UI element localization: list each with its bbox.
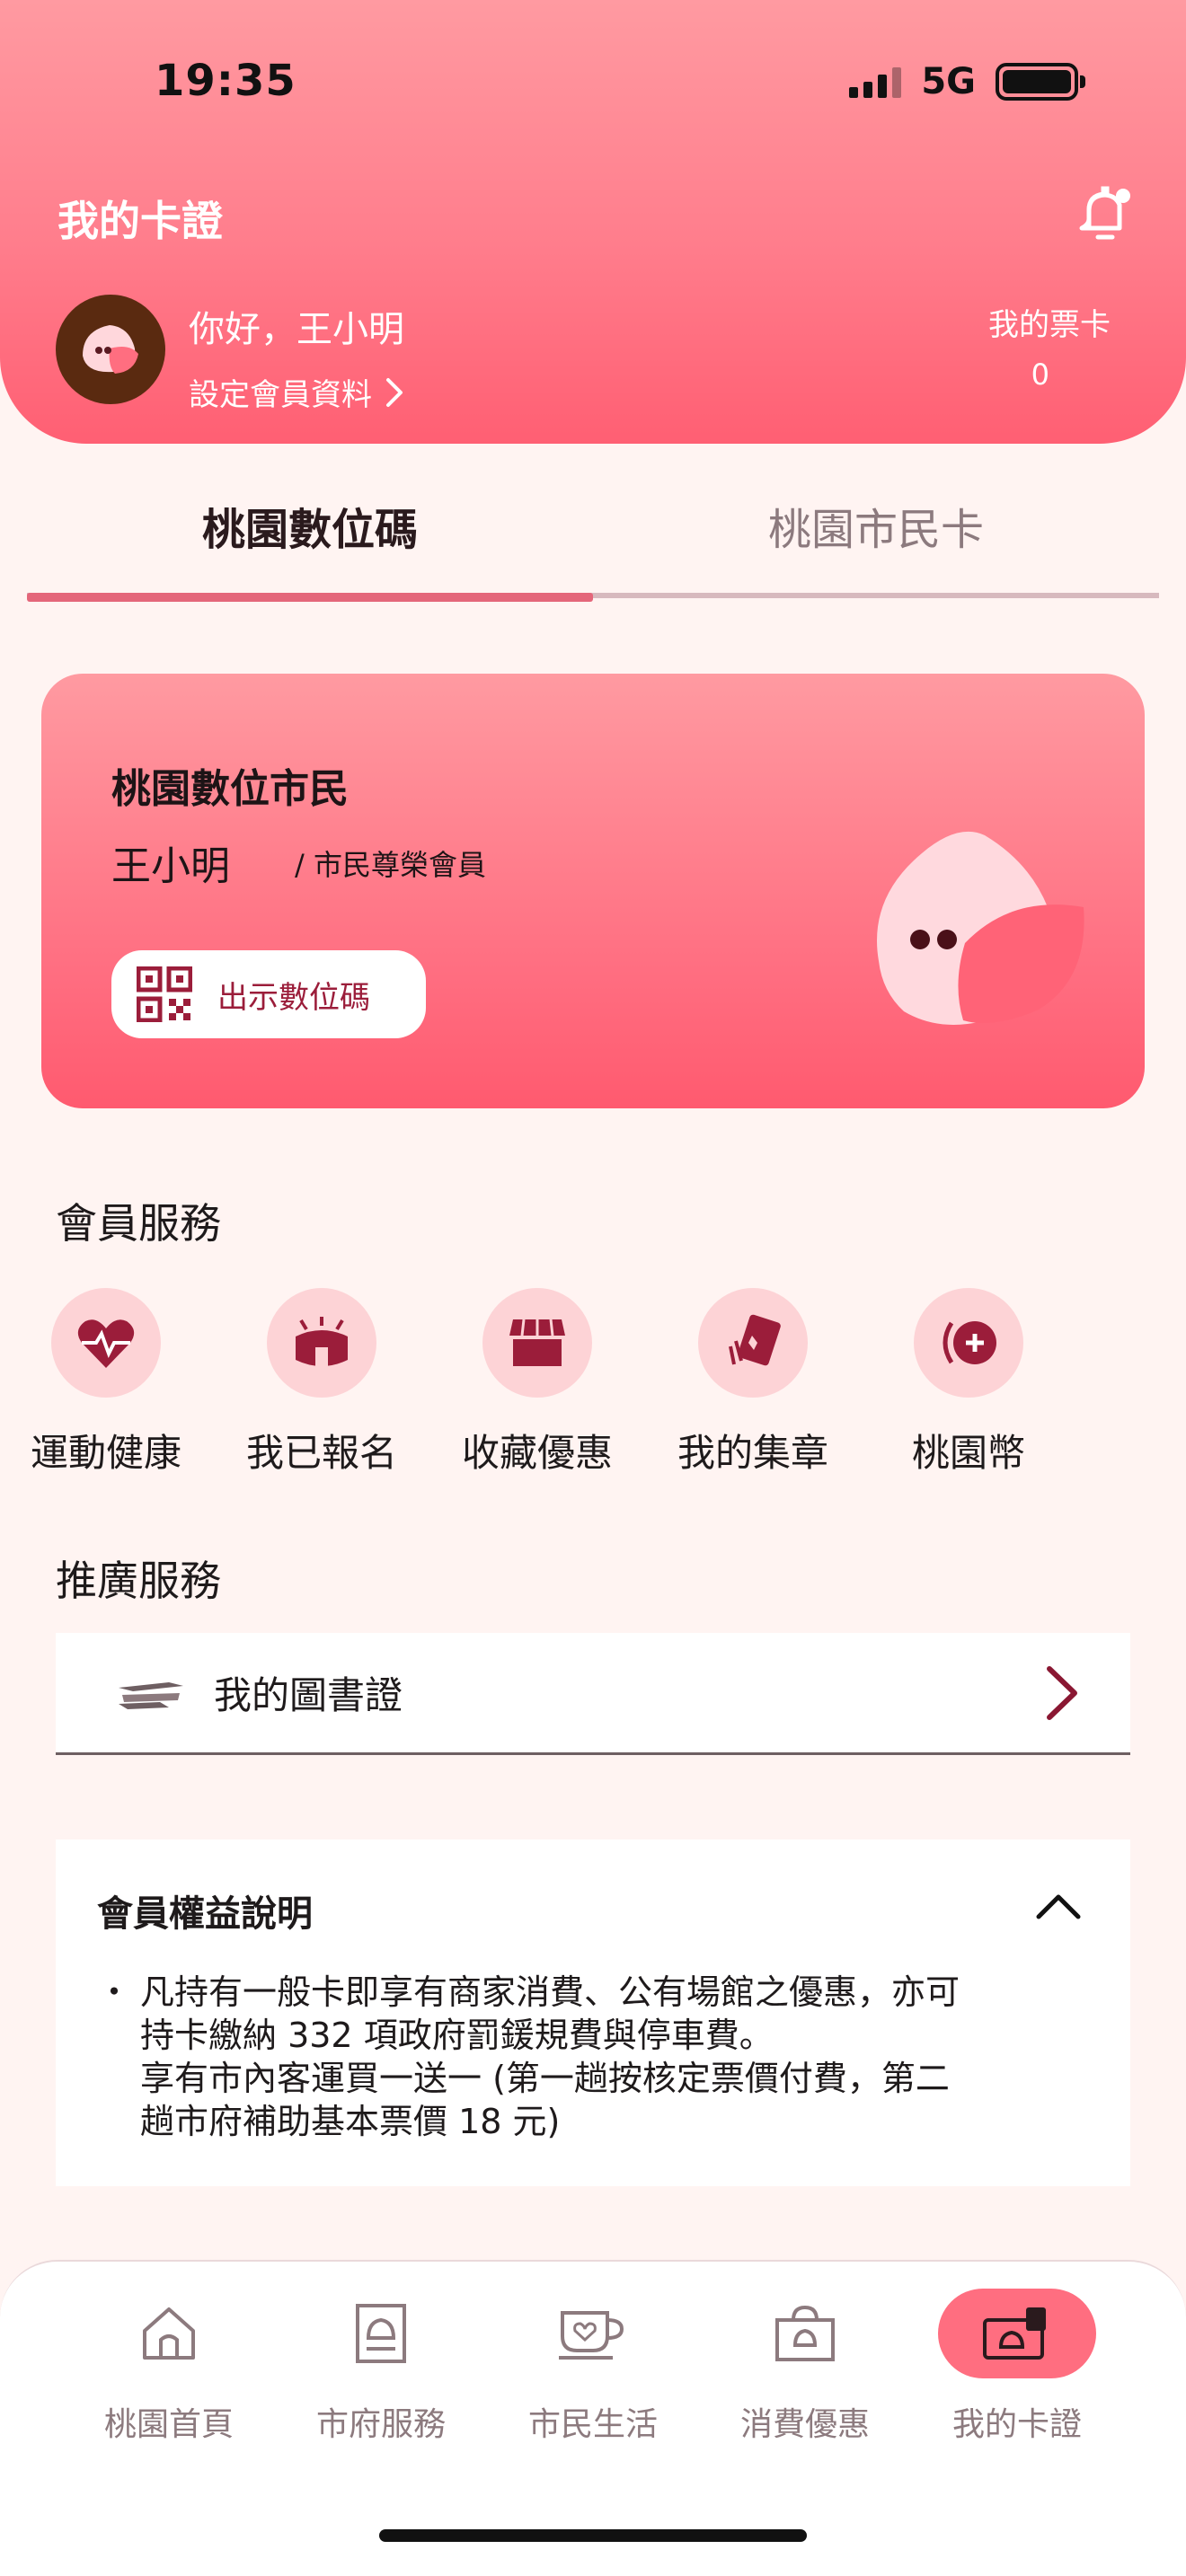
nav-label: 市民生活 [527, 2406, 658, 2443]
city-hall-icon [356, 2304, 406, 2363]
card-holder-name: 王小明 [111, 843, 230, 889]
benefits-panel: 會員權益說明 ・ 凡持有一般卡即享有商家消費、公有場館之優惠，亦可 持卡繳納 3… [56, 1839, 1130, 2186]
service-my-stamps[interactable]: 我的集章 [645, 1288, 861, 1478]
tab-digital-code[interactable]: 桃園數位碼 [27, 494, 593, 557]
nav-my-cards[interactable]: 我的卡證 [911, 2289, 1123, 2445]
nav-label: 消費優惠 [739, 2406, 870, 2443]
nav-offers[interactable]: 消費優惠 [699, 2289, 911, 2445]
tab-indicator [27, 593, 593, 602]
ticket-label[interactable]: 我的票卡 [988, 300, 1111, 344]
nav-citizen-life[interactable]: 市民生活 [487, 2289, 699, 2445]
nav-label: 市府服務 [315, 2406, 446, 2443]
chevron-right-icon [386, 377, 403, 407]
card-member-level: / 市民尊榮會員 [295, 848, 486, 882]
service-registered[interactable]: 我已報名 [214, 1288, 429, 1478]
service-saved-offers[interactable]: 收藏優惠 [429, 1288, 645, 1478]
home-icon [143, 2307, 195, 2360]
avatar[interactable] [56, 295, 165, 404]
member-card: 桃園數位市民 王小明 / 市民尊榮會員 出示數位碼 [41, 674, 1145, 1108]
stadium-icon [296, 1317, 348, 1367]
ticket-count: 0 [1031, 357, 1049, 392]
stamp-card-icon [729, 1314, 781, 1366]
tab-citizen-card[interactable]: 桃園市民卡 [593, 494, 1159, 557]
status-time: 19:35 [155, 56, 296, 106]
service-label: 桃園幣 [911, 1431, 1025, 1475]
member-services-title: 會員服務 [56, 1199, 221, 1248]
shop-icon [509, 1319, 565, 1366]
card-wallet-icon [983, 2307, 1046, 2360]
profile-link-label: 設定會員資料 [189, 377, 372, 413]
show-qr-label: 出示數位碼 [217, 979, 370, 1016]
nav-city-services[interactable]: 市府服務 [275, 2289, 487, 2445]
nav-label: 桃園首頁 [103, 2406, 234, 2443]
service-taoyuan-coin[interactable]: 桃園幣 [861, 1288, 1076, 1478]
page-title: 我的卡證 [58, 197, 223, 245]
card-title: 桃園數位市民 [111, 766, 349, 812]
service-label: 收藏優惠 [461, 1431, 613, 1475]
bullet: ・ [97, 1972, 132, 2012]
header: 19:35 5G 我的卡證 你好，王小明 設定會員資料 我的票卡 0 [0, 0, 1186, 444]
status-indicators: 5G [849, 61, 1085, 102]
battery-icon [996, 63, 1085, 101]
profile-settings-link[interactable]: 設定會員資料 [189, 370, 404, 414]
signal-icon [849, 66, 902, 98]
shopping-bag-icon [775, 2305, 835, 2361]
qr-code-icon [137, 966, 192, 1022]
heart-pulse-icon [77, 1319, 135, 1368]
card-tabs: 桃園數位碼 桃園市民卡 [27, 485, 1159, 602]
promo-services-title: 推廣服務 [56, 1557, 221, 1605]
chevron-up-icon[interactable] [1035, 1893, 1082, 1920]
greeting: 你好，王小明 [189, 309, 404, 350]
nav-label: 我的卡證 [951, 2406, 1082, 2443]
library-card-label: 我的圖書證 [214, 1673, 403, 1717]
benefits-text: 凡持有一般卡即享有商家消費、公有場館之優惠，亦可 持卡繳納 332 項政府罰鍰規… [140, 1972, 960, 2141]
network-type: 5G [921, 61, 976, 102]
peach-mascot-icon [877, 831, 1084, 1025]
service-sports-health[interactable]: 運動健康 [0, 1288, 214, 1478]
books-icon [119, 1681, 183, 1709]
benefits-title: 會員權益說明 [97, 1893, 313, 1935]
coffee-cup-icon [559, 2311, 624, 2360]
nav-home[interactable]: 桃園首頁 [63, 2289, 275, 2445]
coin-plus-icon [943, 1321, 996, 1364]
service-label: 運動健康 [30, 1431, 181, 1475]
service-label: 我已報名 [245, 1431, 397, 1475]
member-services: 運動健康 我已報名 收藏優惠 我的集章 桃園幣 [31, 1288, 1132, 1475]
bell-icon[interactable] [1076, 183, 1134, 244]
show-qr-button[interactable]: 出示數位碼 [111, 950, 426, 1038]
library-card-row[interactable]: 我的圖書證 [56, 1633, 1130, 1755]
chevron-right-icon [1047, 1665, 1077, 1720]
service-label: 我的集章 [677, 1431, 828, 1475]
home-indicator[interactable] [379, 2529, 807, 2542]
benefits-item: ・ 凡持有一般卡即享有商家消費、公有場館之優惠，亦可 持卡繳納 332 項政府罰… [97, 1971, 1089, 2143]
